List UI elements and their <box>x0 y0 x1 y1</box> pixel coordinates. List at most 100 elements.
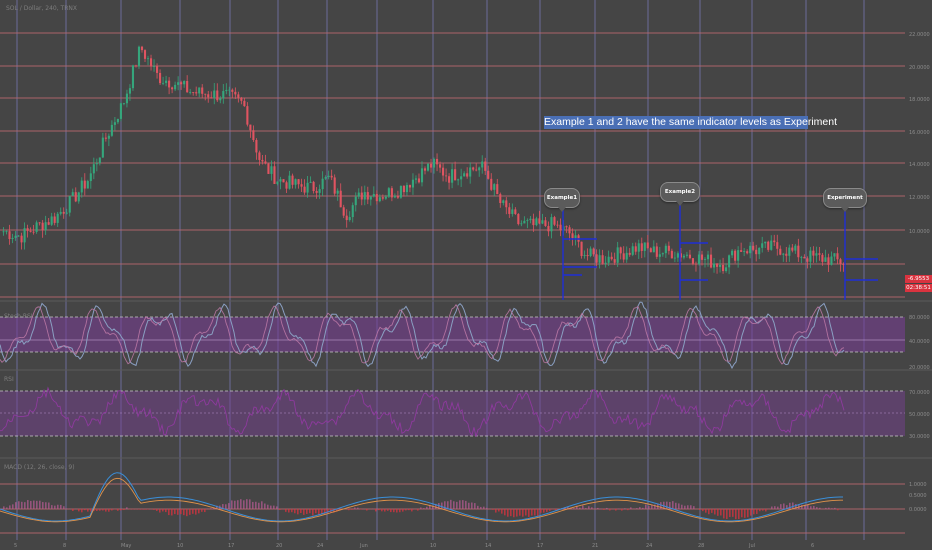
macd-bar <box>204 509 206 513</box>
candle-body <box>396 196 399 198</box>
macd-bar <box>474 503 476 509</box>
macd-bar <box>102 509 104 511</box>
time-tick: 5 <box>14 543 17 549</box>
candle-body <box>691 258 695 264</box>
macd-bar <box>630 507 632 509</box>
countdown-tag: 02:38:51 <box>905 284 932 292</box>
candle-body <box>728 255 731 268</box>
time-tick: 10 <box>177 543 183 549</box>
candle-body <box>92 164 95 174</box>
price-tick: 10.0000 <box>909 229 930 235</box>
macd-bar <box>189 509 191 515</box>
candle-body <box>288 175 291 189</box>
candle-body <box>616 247 619 263</box>
macd-bar <box>480 506 482 509</box>
macd-bar <box>408 509 410 511</box>
macd-bar <box>354 507 356 509</box>
macd-bar <box>42 502 44 509</box>
macd-bar <box>390 509 392 513</box>
symbol-title: SOL / Dollar, 240, TRNX <box>6 5 77 12</box>
candle-body <box>505 200 508 208</box>
candle-body <box>180 82 183 85</box>
macd-bar <box>744 509 746 518</box>
candle-body <box>785 253 788 256</box>
macd-bar <box>672 501 674 509</box>
macd-bar <box>24 502 26 509</box>
macd-bar <box>471 502 473 509</box>
candle-body <box>201 87 204 94</box>
macd-bar <box>21 501 23 509</box>
macd-bar <box>447 501 449 509</box>
macd-bar <box>153 509 155 510</box>
macd-bar <box>87 509 89 512</box>
candle-body <box>101 137 104 158</box>
macd-bar <box>396 509 398 513</box>
candle-body <box>131 65 135 89</box>
candle-body <box>375 193 378 202</box>
macd-bar <box>678 503 680 509</box>
macd-bar <box>681 504 683 509</box>
macd-bar <box>603 509 605 510</box>
candle-body <box>174 84 177 90</box>
candle-body <box>580 241 583 256</box>
macd-bar <box>126 507 128 509</box>
macd-bar <box>402 509 404 512</box>
macd-bar <box>615 509 617 511</box>
macd-bar <box>645 504 647 509</box>
candle-body <box>231 89 234 92</box>
candle-body <box>309 181 312 183</box>
candle-body <box>758 247 761 255</box>
candle-body <box>676 253 679 258</box>
macd-bar <box>405 509 407 511</box>
time-tick: 21 <box>592 543 598 549</box>
candle-body <box>348 217 351 221</box>
macd-bar <box>231 500 233 509</box>
macd-bar <box>465 500 467 509</box>
candle-body <box>667 245 670 251</box>
macd-bar <box>624 508 626 509</box>
macd-bar <box>291 509 293 513</box>
macd-bar <box>387 509 389 511</box>
candle-body <box>146 58 150 60</box>
candle-body <box>303 186 306 193</box>
callout-example2[interactable]: Example2 <box>660 182 700 206</box>
candle-body <box>360 192 363 200</box>
candle-body <box>177 82 180 85</box>
candle-body <box>604 262 607 264</box>
candle-body <box>186 81 189 93</box>
macd-bar <box>792 502 794 509</box>
candle-body <box>354 196 357 206</box>
macd-bar <box>666 501 668 509</box>
macd-bar <box>261 501 263 509</box>
candle-body <box>767 241 770 250</box>
candle-body <box>378 197 381 202</box>
candle-body <box>770 240 773 250</box>
candle-body <box>240 97 243 101</box>
macd-bar <box>675 502 677 509</box>
time-tick: Jun <box>359 543 368 549</box>
candle-body <box>189 92 192 93</box>
macd-bar <box>63 506 65 509</box>
indicator-bands <box>0 316 905 437</box>
candle-body <box>143 50 147 59</box>
candle-body <box>423 168 427 171</box>
callout-example1[interactable]: Example1 <box>544 188 580 212</box>
macd-bar <box>495 509 497 513</box>
macd-bar <box>648 506 650 509</box>
candle-body <box>294 179 297 185</box>
macd-bar <box>525 509 527 516</box>
candle-body <box>661 253 664 255</box>
macd-bar <box>708 509 710 515</box>
annotation-note[interactable]: Example 1 and 2 have the same indicator … <box>544 116 837 129</box>
macd-bar <box>174 509 176 515</box>
candle-body <box>800 256 803 258</box>
macd-bar <box>534 509 536 516</box>
macd-bar <box>9 505 11 509</box>
candle-body <box>815 253 818 256</box>
callout-experiment[interactable]: Experiment <box>823 188 867 212</box>
candle-body <box>384 196 387 199</box>
candle-body <box>168 80 171 88</box>
macd-bar <box>765 509 767 512</box>
macd-bar <box>456 501 458 509</box>
macd-bar <box>348 509 350 511</box>
